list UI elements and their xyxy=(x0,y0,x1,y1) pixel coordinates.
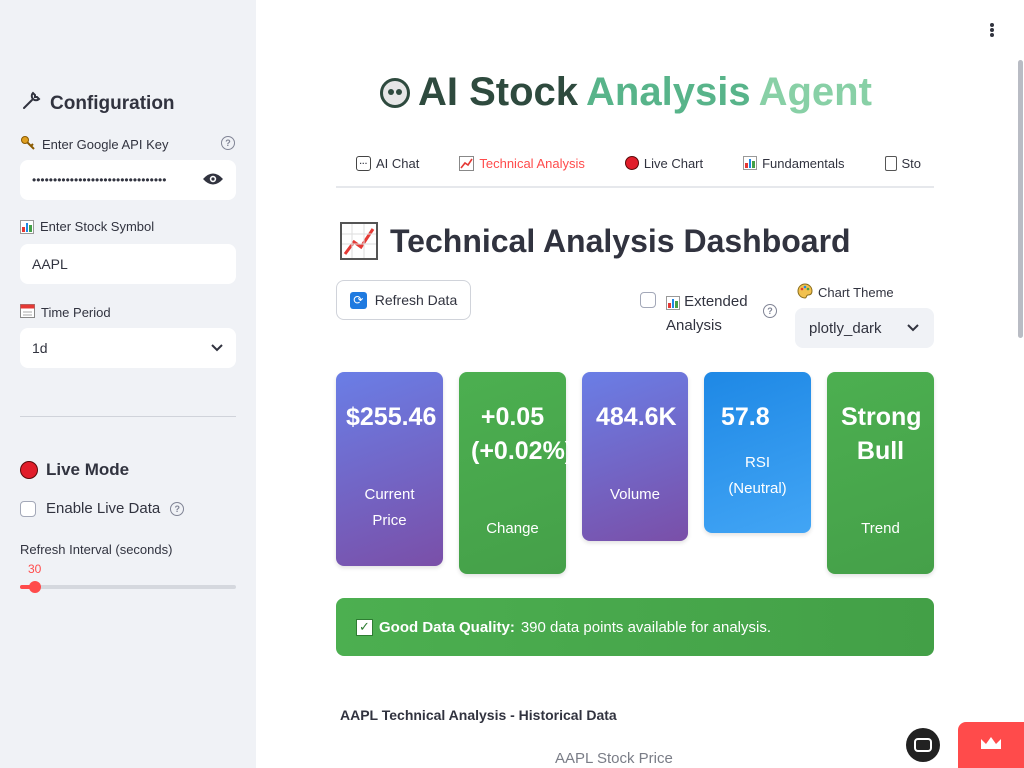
app-title: AI Stock Analysis Agent xyxy=(380,70,872,115)
data-quality-banner: ✓ Good Data Quality: 390 data points ava… xyxy=(336,598,934,656)
crown-badge-button[interactable] xyxy=(958,722,1024,768)
bar-chart-icon xyxy=(743,156,758,170)
clipboard-icon xyxy=(884,155,897,171)
api-key-input[interactable]: •••••••••••••••••••••••••••••••• xyxy=(20,160,236,200)
palette-icon xyxy=(797,283,813,302)
extended-analysis-checkbox[interactable] xyxy=(640,292,656,308)
bar-chart-icon xyxy=(666,296,680,310)
checkbox[interactable] xyxy=(20,500,36,517)
tab-ai-chat[interactable]: ··· AI Chat xyxy=(336,140,439,186)
chevron-down-icon xyxy=(906,320,920,337)
config-section-title: Configuration xyxy=(20,90,175,118)
key-icon xyxy=(20,135,36,154)
tab-fundamentals[interactable]: Fundamentals xyxy=(723,140,864,186)
extended-analysis-help-icon[interactable]: ? xyxy=(763,304,777,318)
tab-stock-info[interactable]: Sto xyxy=(865,140,935,186)
chart-title: AAPL Stock Price xyxy=(555,750,673,767)
scrollbar[interactable] xyxy=(1018,60,1023,338)
extended-analysis-label: Extended Analysis xyxy=(666,293,748,334)
refresh-icon: ⟳ xyxy=(349,291,367,309)
chatbot-widget-button[interactable] xyxy=(906,728,940,762)
dashboard-title: Technical Analysis Dashboard xyxy=(340,222,851,260)
wrench-icon xyxy=(20,90,42,118)
enable-live-data-checkbox[interactable]: Enable Live Data ? xyxy=(20,500,185,517)
chart-increasing-icon xyxy=(340,222,378,260)
bar-chart-icon xyxy=(20,219,34,234)
show-password-eye-icon[interactable] xyxy=(202,171,224,190)
metric-card-volume: 484.6K Volume xyxy=(582,372,688,541)
symbol-label: Enter Stock Symbol xyxy=(20,219,154,234)
chart-increasing-icon xyxy=(459,155,475,171)
calendar-icon xyxy=(20,303,35,321)
stock-symbol-input[interactable]: AAPL xyxy=(20,244,236,284)
speech-bubble-icon: ··· xyxy=(356,155,371,171)
chart-theme-label: Chart Theme xyxy=(797,283,894,302)
api-key-help-icon[interactable]: ? xyxy=(221,136,235,150)
metric-card-change: +0.05 (+0.02%) Change xyxy=(459,372,573,574)
metric-card-rsi: 57.8 RSI (Neutral) xyxy=(704,372,811,533)
robot-icon xyxy=(914,738,932,752)
robot-face-icon xyxy=(380,77,410,108)
main-menu-button[interactable] xyxy=(982,20,1002,40)
red-circle-icon xyxy=(20,461,38,479)
live-data-help-icon[interactable]: ? xyxy=(170,501,185,516)
red-circle-icon xyxy=(624,156,639,170)
sidebar-divider xyxy=(20,416,236,417)
chevron-down-icon xyxy=(210,340,224,356)
crown-icon xyxy=(979,735,1003,756)
refresh-data-button[interactable]: ⟳ Refresh Data xyxy=(336,280,471,320)
check-mark-icon: ✓ xyxy=(356,618,373,636)
refresh-interval-slider[interactable] xyxy=(20,581,236,593)
sidebar: Configuration Enter Google API Key ? •••… xyxy=(0,0,256,768)
chart-theme-select[interactable]: plotly_dark xyxy=(795,308,934,348)
time-period-select[interactable]: 1d xyxy=(20,328,236,368)
metric-card-current-price: $255.46 Current Price xyxy=(336,372,443,566)
metric-card-trend: Strong Bull Trend xyxy=(827,372,934,574)
historical-data-title: AAPL Technical Analysis - Historical Dat… xyxy=(340,707,617,723)
slider-thumb[interactable] xyxy=(29,581,42,593)
period-label: Time Period xyxy=(20,303,111,321)
tab-technical-analysis[interactable]: Technical Analysis xyxy=(439,140,605,186)
live-mode-title: Live Mode xyxy=(20,460,129,480)
tab-bar: ··· AI Chat Technical Analysis Live Char… xyxy=(336,140,934,188)
api-key-label: Enter Google API Key xyxy=(20,135,168,154)
refresh-interval-label: Refresh Interval (seconds) xyxy=(20,542,173,557)
refresh-interval-value: 30 xyxy=(28,562,42,576)
tab-live-chart[interactable]: Live Chart xyxy=(605,140,723,186)
